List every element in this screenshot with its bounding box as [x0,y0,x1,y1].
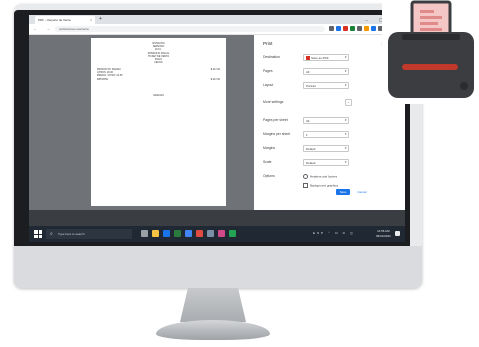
task-view-icon[interactable] [141,230,148,237]
print-title: Print [263,41,273,46]
document-items: PRODUCTO: MAGNA LITROS: 20.00 PRECIO / L… [97,68,157,81]
app-icon[interactable] [163,230,170,237]
close-tab-icon[interactable]: × [90,16,92,24]
pages-per-sheet-select[interactable]: All [303,117,349,124]
option-label: Background graphics [310,183,339,188]
browser-tab[interactable]: PDF – Reporte de Venta × [35,16,95,24]
pages-row: Pages All ▾ [263,68,395,76]
extension-icon[interactable] [350,26,355,31]
scale-row: Scale Default ▾ [263,159,395,167]
document-amounts: $ 447.00 $ 447.00 [190,68,220,81]
expand-chevron-icon[interactable]: ⌄ [345,99,352,106]
chevron-down-icon: ▾ [345,55,347,59]
pages-per-sheet-row: Pages per sheet All ▾ [263,117,395,125]
extension-icon[interactable] [364,26,369,31]
monitor-stand [156,320,270,340]
taskbar: ⌕ Type here to search ESP ⌃ ⊡ ⊙ ◫ 11:56 … [29,226,405,242]
headers-footers-option[interactable]: Headers and footers [303,174,337,179]
margins-select[interactable]: Default [303,145,349,152]
printer-illustration [382,0,479,104]
destination-select[interactable]: Save as PDF [303,54,349,61]
doc-line: IMPORTE: [97,77,109,81]
search-icon: ⌕ [50,231,53,237]
layout-select[interactable]: Portrait [303,82,349,89]
margins-label: Margins [263,146,276,150]
screen: PDF – Reporte de Venta × + – ▢ × ← → ⟳ c… [29,15,405,242]
printer-icon [388,0,474,98]
monitor-chin [14,246,422,288]
new-tab-button[interactable]: + [99,15,102,24]
app-icon[interactable] [185,230,192,237]
chrome-icon[interactable] [196,230,203,237]
print-preview: ESTACIÓN SERVICIO R.F.C. DOMICILIO FISCA… [29,35,254,210]
doc-line: FECHA [154,61,163,65]
tab-title: PDF – Reporte de Venta [38,18,71,22]
margins-per-sheet-select[interactable]: 1 [303,131,349,138]
tab-bar: PDF – Reporte de Venta × + – ▢ × [29,15,405,24]
layout-row: Layout Portrait ▾ [263,82,395,90]
preview-page: ESTACIÓN SERVICIO R.F.C. DOMICILIO FISCA… [91,38,226,206]
background-graphics-option[interactable]: Background graphics [303,183,338,188]
file-explorer-icon[interactable] [152,230,159,237]
destination-row: Destination Save as PDF ▾ [263,54,395,62]
url-field[interactable]: cotizaciones.net/venta [55,26,325,32]
taskbar-apps [141,230,240,238]
margins-per-sheet-row: Margins per sheet 1 ▾ [263,131,395,139]
more-settings-label: More settings [263,100,284,104]
search-placeholder: Type here to search [58,232,85,236]
extension-icon[interactable] [357,26,362,31]
extension-icon[interactable] [336,26,341,31]
system-tray[interactable]: ESP ⌃ ⊡ ⊙ ◫ [313,231,355,235]
pages-label: Pages [263,69,273,73]
app-icon[interactable] [207,230,214,237]
address-bar: ← → ⟳ cotizaciones.net/venta [29,24,405,35]
clock-date: 06/11/2021 [376,233,391,238]
destination-value: Save as PDF [311,56,329,60]
clock-time: 11:56 AM [377,229,390,233]
scale-select[interactable]: Default [303,159,349,166]
document-header: ESTACIÓN SERVICIO R.F.C. DOMICILIO FISCA… [91,42,226,64]
checkbox[interactable] [303,174,308,179]
checkbox[interactable] [303,183,308,188]
pdf-icon [306,56,310,61]
chevron-down-icon: ▾ [345,146,347,150]
browser-window: PDF – Reporte de Venta × + – ▢ × ← → ⟳ c… [29,15,405,210]
chevron-down-icon: ▾ [345,69,347,73]
margins-row: Margins Default ▾ [263,145,395,153]
layout-label: Layout [263,83,274,87]
chevron-down-icon: ▾ [345,160,347,164]
chevron-down-icon: ▾ [345,83,347,87]
pages-select[interactable]: All [303,68,349,75]
extension-icon[interactable] [343,26,348,31]
app-icon[interactable] [218,230,225,237]
options-label: Options [263,174,275,178]
chevron-down-icon: ▾ [345,132,347,136]
scale-label: Scale [263,160,272,164]
margins-per-sheet-label: Margins per sheet [263,132,291,136]
taskbar-search-input[interactable]: ⌕ Type here to search [46,229,132,239]
document-footer: GRACIAS [153,94,164,97]
app-icon[interactable] [229,230,236,237]
cancel-button[interactable]: Cancel [355,189,369,195]
option-label: Headers and footers [310,174,338,179]
save-button[interactable]: Save [336,189,350,195]
chevron-down-icon: ▾ [345,118,347,122]
extension-icon[interactable] [329,26,334,31]
notification-icon[interactable] [395,231,400,236]
destination-label: Destination [263,55,280,59]
windows-start-icon[interactable] [34,230,42,238]
doc-amount: $ 447.00 [210,77,220,81]
clock[interactable]: 11:56 AM 06/11/2021 [376,229,391,238]
pages-per-sheet-label: Pages per sheet [263,118,288,122]
app-icon[interactable] [174,230,181,237]
monitor-neck [180,288,246,322]
options-row: Options Headers and footers Background g… [263,173,395,188]
more-settings-row[interactable]: More settings ⌄ [263,99,395,107]
extension-icon[interactable] [371,26,376,31]
extension-icons [329,26,385,32]
